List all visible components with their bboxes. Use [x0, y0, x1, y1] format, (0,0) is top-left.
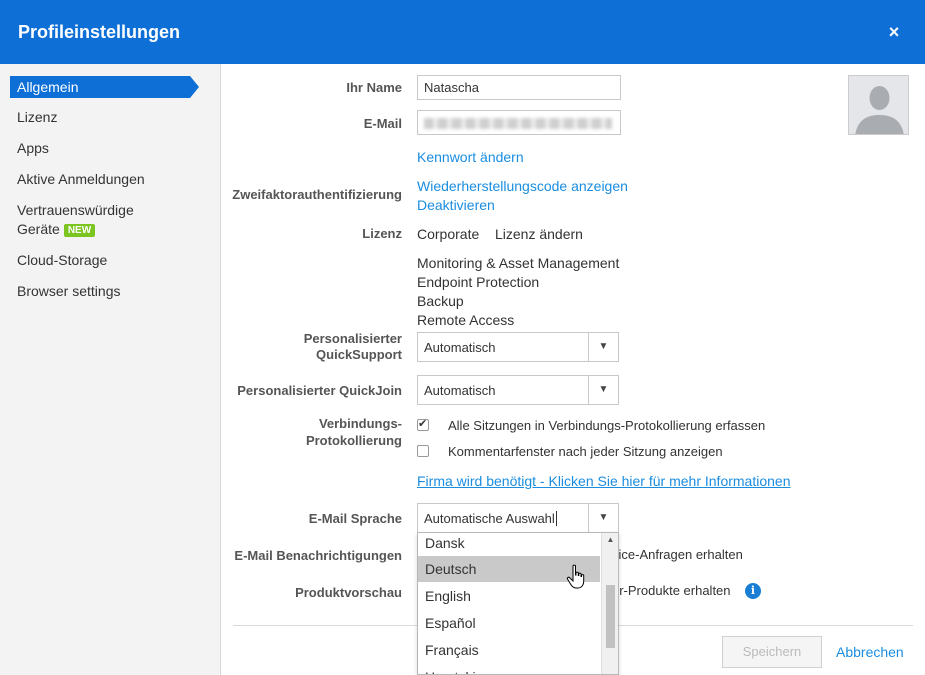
deactivate-twofa-link[interactable]: Deaktivieren	[417, 197, 495, 213]
connection-log-label-line1: Verbindungs-	[318, 416, 402, 431]
connection-log-label-line2: Protokollierung	[305, 433, 402, 448]
email-label: E-Mail	[363, 116, 402, 131]
language-option-espanol[interactable]: Español	[418, 610, 600, 636]
sidebar-item-aktive-anmeldungen[interactable]: Aktive Anmeldungen	[17, 171, 145, 187]
dialog-header: Profileinstellungen ×	[0, 0, 925, 64]
addon-remote-access: Remote Access	[417, 312, 515, 328]
product-preview-option-text: er-Produkte erhalten	[612, 583, 731, 598]
notifications-option-text: vice-Anfragen erhalten	[612, 547, 743, 562]
quicksupport-value: Automatisch	[424, 340, 496, 355]
scrollbar-thumb[interactable]	[606, 585, 615, 648]
sidebar-item-geraete-line[interactable]: Geräte NEW	[17, 221, 96, 237]
sidebar-item-lizenz[interactable]: Lizenz	[17, 109, 57, 125]
email-language-select[interactable]: Automatische Auswahl ▼	[417, 503, 619, 533]
chevron-down-icon: ▼	[588, 333, 618, 361]
sidebar-item-label-line2: Geräte	[17, 221, 60, 237]
quicksupport-label-line2: QuickSupport	[316, 347, 402, 362]
product-preview-label: Produktvorschau	[295, 585, 402, 600]
hand-pointer-icon	[566, 564, 585, 589]
dropdown-scrollbar[interactable]: ▲	[601, 533, 618, 674]
sidebar-item-vertrauenswuerdige-geraete[interactable]: Vertrauenswürdige	[17, 202, 134, 218]
name-label: Ihr Name	[346, 80, 402, 95]
dialog-title: Profileinstellungen	[18, 22, 181, 42]
sidebar-item-cloud-storage[interactable]: Cloud-Storage	[17, 252, 107, 268]
chevron-down-icon: ▼	[588, 504, 618, 532]
company-required-link[interactable]: Firma wird benötigt - Klicken Sie hier f…	[417, 473, 790, 489]
quickjoin-value: Automatisch	[424, 383, 496, 398]
sidebar-item-allgemein[interactable]: Allgemein	[10, 76, 199, 98]
sidebar-item-label-line1: Vertrauenswürdige	[17, 202, 134, 218]
email-language-label: E-Mail Sprache	[308, 511, 402, 526]
comment-window-checkbox[interactable]	[417, 445, 429, 457]
change-password-link[interactable]: Kennwort ändern	[417, 149, 524, 165]
log-all-sessions-checkbox[interactable]	[417, 417, 429, 431]
email-language-value: Automatische Auswahl	[424, 511, 557, 526]
name-input[interactable]: Natascha	[417, 75, 621, 100]
addon-endpoint: Endpoint Protection	[417, 274, 540, 290]
license-change-text[interactable]: Lizenz ändern	[495, 226, 583, 242]
addon-monitoring: Monitoring & Asset Management	[417, 255, 620, 271]
quickjoin-label: Personalisierter QuickJoin	[237, 383, 402, 398]
email-notifications-label: E-Mail Benachrichtigungen	[234, 548, 402, 563]
sidebar-item-apps[interactable]: Apps	[17, 140, 49, 156]
cancel-button[interactable]: Abbrechen	[836, 644, 904, 660]
quicksupport-select[interactable]: Automatisch ▼	[417, 332, 619, 362]
license-value: Corporate	[417, 226, 480, 242]
avatar[interactable]	[848, 75, 909, 135]
quickjoin-select[interactable]: Automatisch ▼	[417, 375, 619, 405]
scroll-up-icon[interactable]: ▲	[602, 535, 618, 544]
twofa-label: Zweifaktorauthentifizierung	[232, 187, 402, 202]
close-icon[interactable]: ×	[884, 22, 904, 42]
show-recovery-code-link[interactable]: Wiederherstellungscode anzeigen	[417, 178, 628, 194]
log-all-sessions-label: Alle Sitzungen in Verbindungs-Protokolli…	[448, 418, 766, 433]
save-button[interactable]: Speichern	[722, 636, 822, 668]
email-redacted	[424, 118, 612, 129]
language-option-hrvatski[interactable]: Hrvatski	[418, 664, 600, 674]
comment-window-label: Kommentarfenster nach jeder Sitzung anze…	[448, 444, 723, 459]
sidebar-item-browser-settings[interactable]: Browser settings	[17, 283, 120, 299]
language-option-dansk[interactable]: Dansk	[418, 533, 600, 556]
addon-backup: Backup	[417, 293, 464, 309]
info-icon[interactable]: i	[745, 583, 761, 599]
user-silhouette-icon	[849, 76, 908, 134]
language-dropdown-list[interactable]: Dansk Deutsch English Español Français H…	[417, 532, 619, 675]
license-label: Lizenz	[362, 226, 402, 241]
language-option-francais[interactable]: Français	[418, 637, 600, 663]
new-badge: NEW	[63, 224, 96, 237]
chevron-down-icon: ▼	[588, 376, 618, 404]
